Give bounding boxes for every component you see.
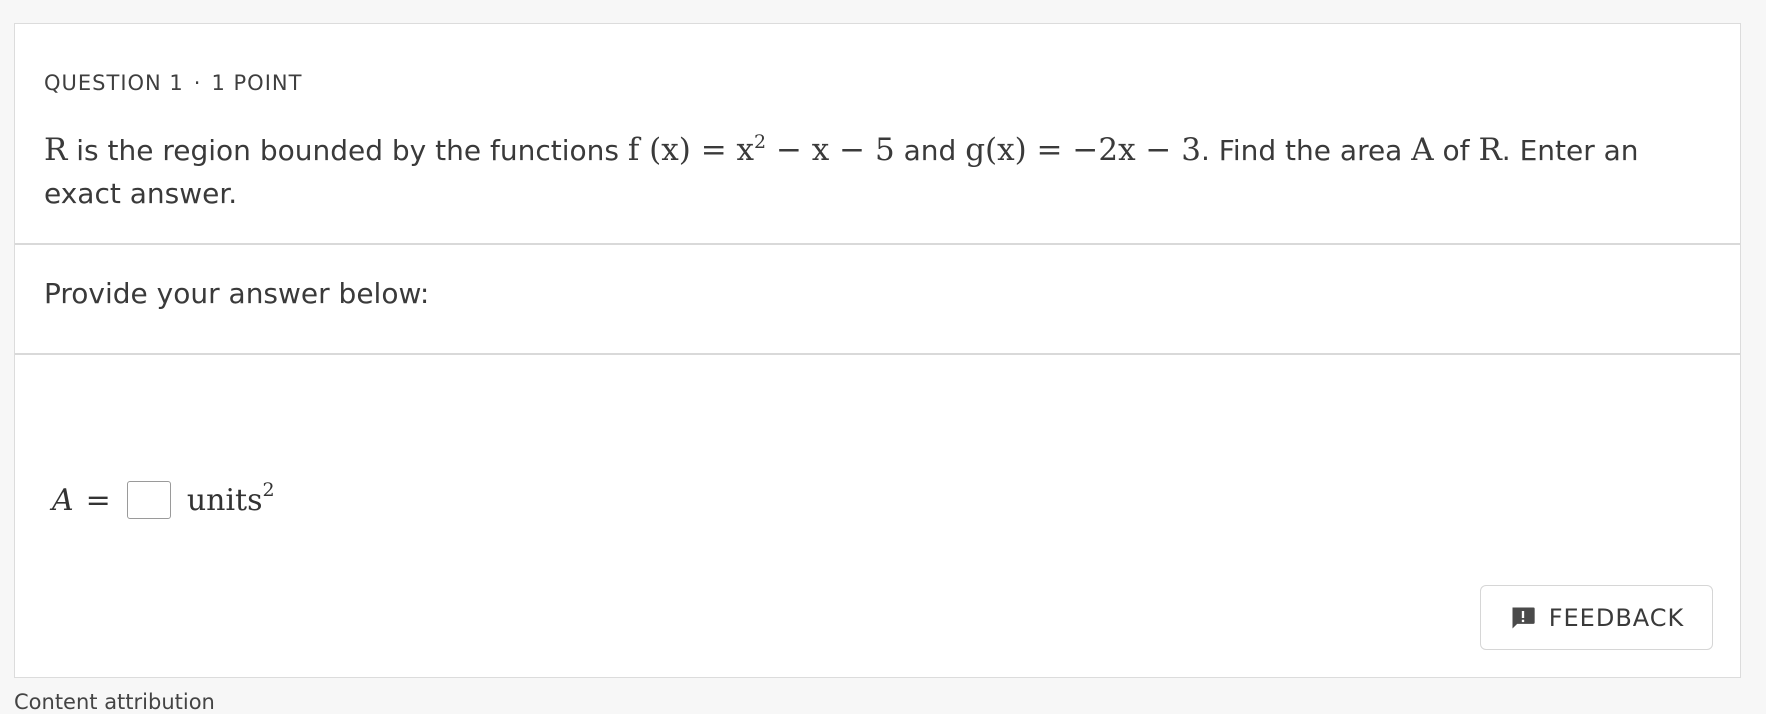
- equals-sign: =: [85, 482, 111, 518]
- question-text-part: and: [894, 134, 966, 167]
- feedback-button[interactable]: FEEDBACK: [1480, 585, 1713, 650]
- feedback-exclamation-icon: [1512, 607, 1535, 628]
- math-region-r: R: [1478, 132, 1502, 168]
- math-f-lhs: f (x) = x: [627, 132, 755, 168]
- answer-variable: A: [52, 482, 74, 518]
- question-card: QUESTION 1 · 1 POINT R is the region bound…: [14, 23, 1741, 678]
- math-f-rhs: − x − 5: [766, 132, 895, 168]
- answer-prompt-section: Provide your answer below:: [15, 243, 1740, 355]
- math-area-a: A: [1411, 132, 1434, 168]
- units-label: units2: [186, 480, 275, 518]
- question-text-part: . Find the area: [1200, 134, 1412, 167]
- math-f-of-x: f (x) = x2 − x − 5: [628, 132, 895, 168]
- question-header: QUESTION 1 · 1 POINT: [44, 71, 302, 95]
- math-region-r: R: [44, 132, 68, 168]
- feedback-label: FEEDBACK: [1548, 603, 1685, 632]
- answer-prompt: Provide your answer below:: [44, 277, 430, 310]
- math-exponent: 2: [754, 131, 767, 153]
- units-text: units: [186, 482, 263, 518]
- answer-input[interactable]: [126, 481, 171, 519]
- header-separator: ·: [193, 71, 202, 95]
- question-text-part: is the region bounded by the functions: [67, 134, 628, 167]
- question-text-part: of: [1433, 134, 1479, 167]
- answer-row: A = units2: [52, 477, 275, 523]
- units-exponent: 2: [262, 478, 275, 501]
- question-section: QUESTION 1 · 1 POINT R is the region bound…: [15, 24, 1740, 245]
- content-attribution-link[interactable]: Content attribution: [14, 690, 215, 714]
- question-points: 1 POINT: [211, 71, 303, 95]
- math-g-of-x: g(x) = −2x − 3: [965, 132, 1201, 168]
- question-text: R is the region bounded by the functions…: [44, 129, 1704, 215]
- question-number: QUESTION 1: [44, 71, 184, 95]
